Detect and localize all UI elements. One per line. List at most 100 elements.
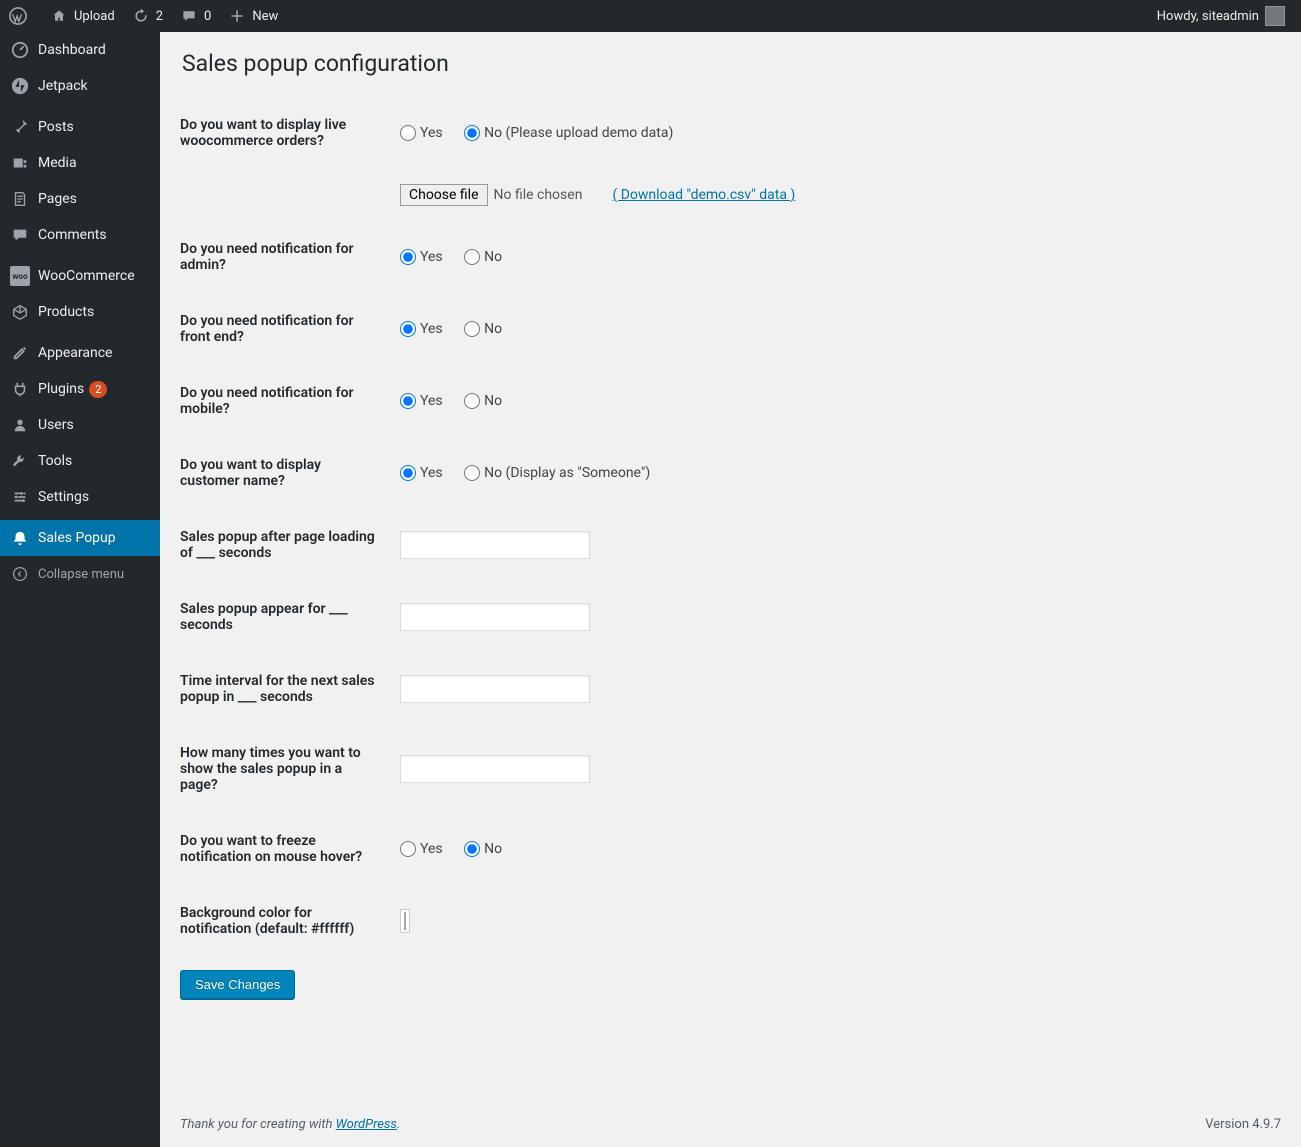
notif-front-no-radio[interactable] [464,321,480,337]
notif-admin-no-radio[interactable] [464,249,480,265]
update-icon [131,6,151,26]
sidebar-label-products: Products [38,304,94,320]
notif-mobile-no-label[interactable]: No [464,393,502,409]
media-icon [10,153,30,173]
save-changes-button[interactable]: Save Changes [180,970,295,999]
collapse-icon [10,564,30,584]
sidebar-label-comments: Comments [38,227,107,243]
pin-icon [10,117,30,137]
jetpack-icon [10,76,30,96]
site-name-text: Upload [74,9,115,24]
live-orders-yes-label[interactable]: Yes [400,125,443,141]
sidebar-item-tools[interactable]: Tools [0,443,160,479]
label-after-load: Sales popup after page loading of ___ se… [180,509,390,581]
notif-mobile-yes-label[interactable]: Yes [400,393,443,409]
sidebar-item-users[interactable]: Users [0,407,160,443]
label-interval: Time interval for the next sales popup i… [180,653,390,725]
sidebar-item-comments[interactable]: Comments [0,217,160,253]
sidebar-label-appearance: Appearance [38,345,112,361]
comments-count: 0 [204,9,211,24]
notif-front-yes-label[interactable]: Yes [400,321,443,337]
sidebar-item-jetpack[interactable]: Jetpack [0,68,160,104]
label-times: How many times you want to show the sale… [180,725,390,813]
freeze-no-radio[interactable] [464,841,480,857]
howdy-text: Howdy, siteadmin [1157,9,1259,24]
collapse-menu-button[interactable]: Collapse menu [0,556,160,592]
notif-front-yes-radio[interactable] [400,321,416,337]
sidebar-item-pages[interactable]: Pages [0,181,160,217]
updates-count: 2 [156,9,163,24]
sidebar-label-woocommerce: WooCommerce [38,268,135,284]
footer-wordpress-link[interactable]: WordPress [336,1117,397,1132]
updates-link[interactable]: 2 [123,0,171,32]
label-notif-front: Do you need notification for front end? [180,293,390,365]
sidebar-item-products[interactable]: Products [0,294,160,330]
label-live-orders: Do you want to display live woocommerce … [180,97,390,169]
wp-logo[interactable] [0,0,41,32]
cust-name-no-radio[interactable] [464,465,480,481]
label-appear-for: Sales popup appear for ___ seconds [180,581,390,653]
admin-footer: Thank you for creating with WordPress. V… [160,1102,1301,1147]
sidebar-label-posts: Posts [38,119,74,135]
label-notif-admin: Do you need notification for admin? [180,221,390,293]
sidebar-item-plugins[interactable]: Plugins2 [0,371,160,407]
admin-toolbar: Upload 2 0 New Howdy, siteadmin [0,0,1301,32]
after-load-input[interactable] [400,531,590,559]
freeze-no-label[interactable]: No [464,841,502,857]
live-orders-no-label[interactable]: No (Please upload demo data) [464,125,673,141]
collapse-menu-label: Collapse menu [38,567,124,582]
bgcolor-picker[interactable] [400,909,410,933]
footer-thanks-suffix: . [397,1117,400,1132]
sidebar-label-tools: Tools [38,453,72,469]
dashboard-icon [10,40,30,60]
plugins-icon [10,379,30,399]
home-icon [49,6,69,26]
my-account-link[interactable]: Howdy, siteadmin [1149,0,1293,32]
sidebar-label-jetpack: Jetpack [38,78,88,94]
sidebar-item-media[interactable]: Media [0,145,160,181]
comments-icon [10,225,30,245]
sidebar-item-appearance[interactable]: Appearance [0,335,160,371]
notif-admin-no-label[interactable]: No [464,249,502,265]
live-orders-yes-radio[interactable] [400,125,416,141]
comment-icon [179,6,199,26]
new-content-link[interactable]: New [219,0,286,32]
sidebar-item-woocommerce[interactable]: woo WooCommerce [0,258,160,294]
sidebar-item-dashboard[interactable]: Dashboard [0,32,160,68]
sidebar-label-settings: Settings [38,489,89,505]
new-label: New [252,9,278,24]
cust-name-yes-label[interactable]: Yes [400,465,443,481]
sidebar-item-posts[interactable]: Posts [0,109,160,145]
times-input[interactable] [400,755,590,783]
cust-name-no-label[interactable]: No (Display as "Someone") [464,465,650,481]
sidebar-label-sales-popup: Sales Popup [38,530,116,546]
download-demo-link[interactable]: ( Download "demo.csv" data ) [612,187,795,203]
cust-name-yes-radio[interactable] [400,465,416,481]
site-name-link[interactable]: Upload [41,0,123,32]
notif-front-no-label[interactable]: No [464,321,502,337]
sidebar-item-settings[interactable]: Settings [0,479,160,515]
wordpress-icon [8,6,28,26]
comments-link[interactable]: 0 [171,0,219,32]
interval-input[interactable] [400,675,590,703]
footer-thanks-prefix: Thank you for creating with [180,1117,336,1132]
sidebar-label-pages: Pages [38,191,77,207]
avatar [1265,6,1285,26]
appear-for-input[interactable] [400,603,590,631]
freeze-yes-radio[interactable] [400,841,416,857]
sidebar-item-sales-popup[interactable]: Sales Popup [0,520,160,556]
users-icon [10,415,30,435]
plus-icon [227,6,247,26]
notif-mobile-yes-radio[interactable] [400,393,416,409]
notif-admin-yes-radio[interactable] [400,249,416,265]
label-cust-name: Do you want to display customer name? [180,437,390,509]
live-orders-no-radio[interactable] [464,125,480,141]
notif-admin-yes-label[interactable]: Yes [400,249,443,265]
choose-file-button[interactable]: Choose file [400,184,488,206]
page-title: Sales popup configuration [182,50,1281,77]
notif-mobile-no-radio[interactable] [464,393,480,409]
bell-icon [10,528,30,548]
freeze-yes-label[interactable]: Yes [400,841,443,857]
settings-form-table: Do you want to display live woocommerce … [180,97,1281,957]
woocommerce-icon: woo [10,266,30,286]
